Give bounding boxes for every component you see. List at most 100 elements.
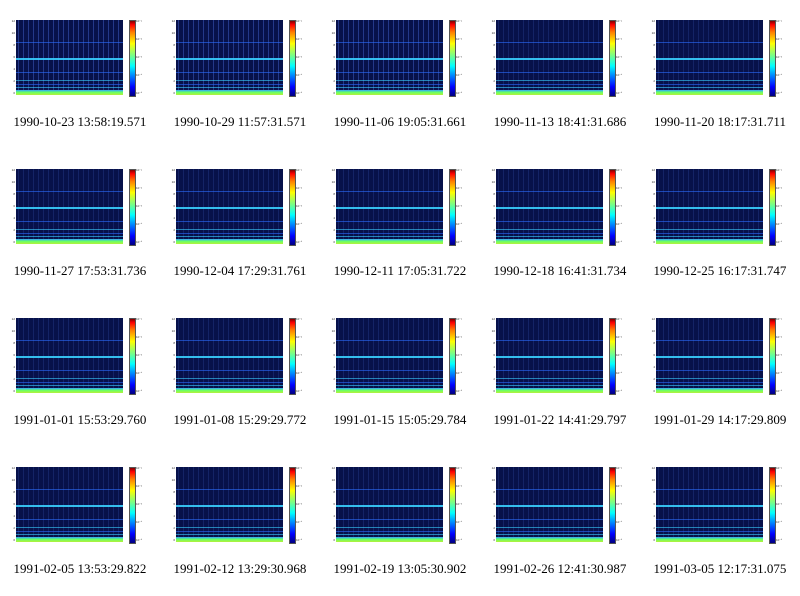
colorbar: [449, 318, 456, 395]
spectrogram-image: [656, 20, 763, 95]
colorbar: [289, 169, 296, 246]
spectrogram-thumbnail: 12 10 8 6 4 2 0 10⁻¹ 10⁻² 10⁻³ 10⁻⁴ 10⁻⁵: [171, 19, 303, 97]
spectrogram-image: [176, 318, 283, 393]
spectrogram-thumbnail: 12 10 8 6 4 2 0 10⁻¹ 10⁻² 10⁻³ 10⁻⁴ 10⁻⁵: [491, 168, 623, 246]
colorbar: [289, 20, 296, 97]
panel-caption: 1990-12-11 17:05:31.722: [333, 263, 467, 278]
panel-caption: 1991-01-08 15:29:29.772: [173, 412, 307, 427]
spectrogram-panel: 12 10 8 6 4 2 0 10⁻¹ 10⁻² 10⁻³ 10⁻⁴ 10⁻⁵ 1990-11-20 …: [640, 0, 800, 149]
spectrogram-panel: 12 10 8 6 4 2 0 10⁻¹ 10⁻² 10⁻³ 10⁻⁴ 10⁻⁵ 1990-12-11 …: [320, 149, 480, 298]
panel-caption: 1991-03-05 12:17:31.075: [653, 561, 787, 576]
spectrogram-panel: 12 10 8 6 4 2 0 10⁻¹ 10⁻² 10⁻³ 10⁻⁴ 10⁻⁵ 1991-01-22 …: [480, 298, 640, 447]
spectrogram-panel: 12 10 8 6 4 2 0 10⁻¹ 10⁻² 10⁻³ 10⁻⁴ 10⁻⁵ 1990-12-04 …: [160, 149, 320, 298]
panel-caption: 1991-01-01 15:53:29.760: [13, 412, 147, 427]
colorbar: [129, 169, 136, 246]
spectrogram-image: [656, 318, 763, 393]
colorbar: [129, 318, 136, 395]
colorbar: [449, 169, 456, 246]
spectrogram-thumbnail: 12 10 8 6 4 2 0 10⁻¹ 10⁻² 10⁻³ 10⁻⁴ 10⁻⁵: [171, 466, 303, 544]
spectrogram-thumbnail: 12 10 8 6 4 2 0 10⁻¹ 10⁻² 10⁻³ 10⁻⁴ 10⁻⁵: [651, 19, 783, 97]
spectrogram-image: [496, 20, 603, 95]
spectrogram-image: [16, 318, 123, 393]
spectrogram-image: [496, 318, 603, 393]
spectrogram-image: [176, 20, 283, 95]
spectrogram-thumbnail: 12 10 8 6 4 2 0 10⁻¹ 10⁻² 10⁻³ 10⁻⁴ 10⁻⁵: [171, 317, 303, 395]
panel-caption: 1990-10-29 11:57:31.571: [173, 114, 307, 129]
spectrogram-image: [656, 467, 763, 542]
spectrogram-panel: 12 10 8 6 4 2 0 10⁻¹ 10⁻² 10⁻³ 10⁻⁴ 10⁻⁵ 1990-11-06 …: [320, 0, 480, 149]
spectrogram-image: [16, 20, 123, 95]
spectrogram-thumbnail: 12 10 8 6 4 2 0 10⁻¹ 10⁻² 10⁻³ 10⁻⁴ 10⁻⁵: [651, 317, 783, 395]
spectrogram-panel: 12 10 8 6 4 2 0 10⁻¹ 10⁻² 10⁻³ 10⁻⁴ 10⁻⁵ 1991-03-05 …: [640, 447, 800, 596]
panel-caption: 1991-01-29 14:17:29.809: [653, 412, 787, 427]
spectrogram-panel: 12 10 8 6 4 2 0 10⁻¹ 10⁻² 10⁻³ 10⁻⁴ 10⁻⁵ 1991-02-12 …: [160, 447, 320, 596]
colorbar: [609, 318, 616, 395]
colorbar: [129, 467, 136, 544]
spectrogram-panel: 12 10 8 6 4 2 0 10⁻¹ 10⁻² 10⁻³ 10⁻⁴ 10⁻⁵ 1991-02-05 …: [0, 447, 160, 596]
panel-caption: 1990-11-27 17:53:31.736: [13, 263, 147, 278]
colorbar: [609, 467, 616, 544]
spectrogram-thumbnail: 12 10 8 6 4 2 0 10⁻¹ 10⁻² 10⁻³ 10⁻⁴ 10⁻⁵: [491, 317, 623, 395]
panel-caption: 1991-01-15 15:05:29.784: [333, 412, 467, 427]
panel-caption: 1990-10-23 13:58:19.571: [13, 114, 147, 129]
panel-caption: 1990-11-06 19:05:31.661: [333, 114, 467, 129]
spectrogram-thumbnail: 12 10 8 6 4 2 0 10⁻¹ 10⁻² 10⁻³ 10⁻⁴ 10⁻⁵: [171, 168, 303, 246]
colorbar: [449, 467, 456, 544]
colorbar: [769, 169, 776, 246]
spectrogram-image: [16, 169, 123, 244]
spectrogram-panel: 12 10 8 6 4 2 0 10⁻¹ 10⁻² 10⁻³ 10⁻⁴ 10⁻⁵ 1990-12-25 …: [640, 149, 800, 298]
colorbar: [609, 169, 616, 246]
spectrogram-thumbnail: 12 10 8 6 4 2 0 10⁻¹ 10⁻² 10⁻³ 10⁻⁴ 10⁻⁵: [491, 466, 623, 544]
spectrogram-panel: 12 10 8 6 4 2 0 10⁻¹ 10⁻² 10⁻³ 10⁻⁴ 10⁻⁵ 1991-01-01 …: [0, 298, 160, 447]
spectrogram-image: [496, 169, 603, 244]
spectrogram-thumbnail: 12 10 8 6 4 2 0 10⁻¹ 10⁻² 10⁻³ 10⁻⁴ 10⁻⁵: [11, 168, 143, 246]
panel-caption: 1990-11-13 18:41:31.686: [493, 114, 627, 129]
spectrogram-image: [336, 20, 443, 95]
spectrogram-panel: 12 10 8 6 4 2 0 10⁻¹ 10⁻² 10⁻³ 10⁻⁴ 10⁻⁵ 1991-01-15 …: [320, 298, 480, 447]
colorbar: [769, 318, 776, 395]
spectrogram-thumbnail: 12 10 8 6 4 2 0 10⁻¹ 10⁻² 10⁻³ 10⁻⁴ 10⁻⁵: [651, 168, 783, 246]
spectrogram-thumbnail: 12 10 8 6 4 2 0 10⁻¹ 10⁻² 10⁻³ 10⁻⁴ 10⁻⁵: [651, 466, 783, 544]
spectrogram-image: [496, 467, 603, 542]
spectrogram-thumbnail: 12 10 8 6 4 2 0 10⁻¹ 10⁻² 10⁻³ 10⁻⁴ 10⁻⁵: [331, 466, 463, 544]
spectrogram-thumbnail: 12 10 8 6 4 2 0 10⁻¹ 10⁻² 10⁻³ 10⁻⁴ 10⁻⁵: [11, 466, 143, 544]
spectrogram-image: [336, 318, 443, 393]
panel-caption: 1991-02-19 13:05:30.902: [333, 561, 467, 576]
spectrogram-thumbnail: 12 10 8 6 4 2 0 10⁻¹ 10⁻² 10⁻³ 10⁻⁴ 10⁻⁵: [331, 168, 463, 246]
spectrogram-panel: 12 10 8 6 4 2 0 10⁻¹ 10⁻² 10⁻³ 10⁻⁴ 10⁻⁵ 1990-10-29 …: [160, 0, 320, 149]
spectrogram-panel: 12 10 8 6 4 2 0 10⁻¹ 10⁻² 10⁻³ 10⁻⁴ 10⁻⁵ 1991-01-29 …: [640, 298, 800, 447]
colorbar: [289, 318, 296, 395]
panel-caption: 1990-12-18 16:41:31.734: [493, 263, 627, 278]
colorbar: [449, 20, 456, 97]
colorbar: [769, 20, 776, 97]
spectrogram-image: [176, 169, 283, 244]
spectrogram-panel: 12 10 8 6 4 2 0 10⁻¹ 10⁻² 10⁻³ 10⁻⁴ 10⁻⁵ 1990-12-18 …: [480, 149, 640, 298]
spectrogram-thumbnail: 12 10 8 6 4 2 0 10⁻¹ 10⁻² 10⁻³ 10⁻⁴ 10⁻⁵: [11, 19, 143, 97]
spectrogram-image: [16, 467, 123, 542]
spectrogram-panel: 12 10 8 6 4 2 0 10⁻¹ 10⁻² 10⁻³ 10⁻⁴ 10⁻⁵ 1990-11-13 …: [480, 0, 640, 149]
spectrogram-panel: 12 10 8 6 4 2 0 10⁻¹ 10⁻² 10⁻³ 10⁻⁴ 10⁻⁵ 1991-02-26 …: [480, 447, 640, 596]
panel-caption: 1990-12-25 16:17:31.747: [653, 263, 787, 278]
spectrogram-panel: 12 10 8 6 4 2 0 10⁻¹ 10⁻² 10⁻³ 10⁻⁴ 10⁻⁵ 1990-10-23 …: [0, 0, 160, 149]
spectrogram-image: [656, 169, 763, 244]
spectrogram-thumbnail: 12 10 8 6 4 2 0 10⁻¹ 10⁻² 10⁻³ 10⁻⁴ 10⁻⁵: [331, 19, 463, 97]
panel-caption: 1991-02-12 13:29:30.968: [173, 561, 307, 576]
colorbar: [609, 20, 616, 97]
spectrogram-thumbnail: 12 10 8 6 4 2 0 10⁻¹ 10⁻² 10⁻³ 10⁻⁴ 10⁻⁵: [11, 317, 143, 395]
spectrogram-image: [336, 169, 443, 244]
panel-caption: 1990-12-04 17:29:31.761: [173, 263, 307, 278]
panel-caption: 1991-02-05 13:53:29.822: [13, 561, 147, 576]
spectrogram-thumbnail: 12 10 8 6 4 2 0 10⁻¹ 10⁻² 10⁻³ 10⁻⁴ 10⁻⁵: [331, 317, 463, 395]
colorbar: [129, 20, 136, 97]
spectrogram-panel: 12 10 8 6 4 2 0 10⁻¹ 10⁻² 10⁻³ 10⁻⁴ 10⁻⁵ 1990-11-27 …: [0, 149, 160, 298]
colorbar: [769, 467, 776, 544]
panel-caption: 1991-02-26 12:41:30.987: [493, 561, 627, 576]
colorbar: [289, 467, 296, 544]
spectrogram-thumbnail: 12 10 8 6 4 2 0 10⁻¹ 10⁻² 10⁻³ 10⁻⁴ 10⁻⁵: [491, 19, 623, 97]
panel-caption: 1991-01-22 14:41:29.797: [493, 412, 627, 427]
panel-caption: 1990-11-20 18:17:31.711: [654, 114, 786, 129]
spectrogram-panel: 12 10 8 6 4 2 0 10⁻¹ 10⁻² 10⁻³ 10⁻⁴ 10⁻⁵ 1991-01-08 …: [160, 298, 320, 447]
spectrogram-image: [336, 467, 443, 542]
spectrogram-panel: 12 10 8 6 4 2 0 10⁻¹ 10⁻² 10⁻³ 10⁻⁴ 10⁻⁵ 1991-02-19 …: [320, 447, 480, 596]
spectrogram-image: [176, 467, 283, 542]
